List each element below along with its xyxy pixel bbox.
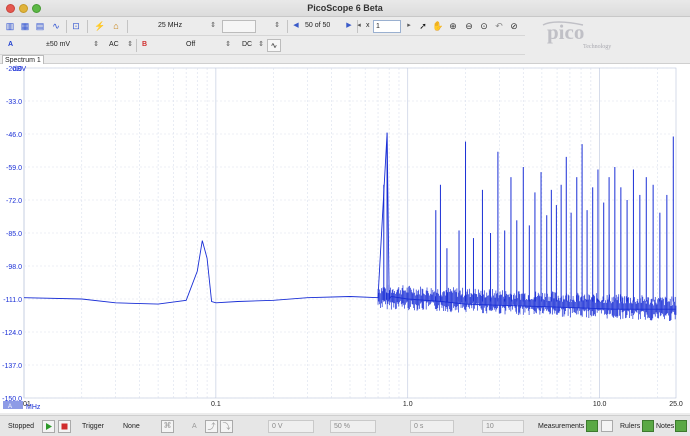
rising-edge-button[interactable]: ⤴ — [205, 420, 218, 433]
probe-icon[interactable]: ⚡ — [94, 20, 106, 32]
x-tick-label: 10.0 — [593, 401, 607, 408]
app-window: PicoScope 6 Beta ▥ ▦ ▤ ∿ ⊡ ⚡ ⌂ 25 MHz ⇕ … — [0, 0, 690, 436]
channel-b-coupling-stepper-icon[interactable]: ⇕ — [255, 39, 267, 51]
channel-options-icon[interactable]: ∿ — [50, 20, 62, 32]
y-tick-label: -124.0 — [2, 330, 22, 337]
zoom-out-arrow-icon[interactable]: ◂ — [353, 20, 365, 32]
channel-a-range-select[interactable]: ±50 mV — [46, 41, 70, 48]
undo-zoom-icon[interactable]: ↶ — [493, 20, 505, 32]
zoom-fit-icon[interactable]: ⊙ — [478, 20, 490, 32]
trigger-mode-select[interactable]: None — [123, 423, 140, 430]
view-tab-bar: Spectrum 1 — [0, 55, 690, 64]
title-bar: PicoScope 6 Beta — [0, 0, 690, 17]
y-axis-ticks: -20.0-33.0-46.0-59.0-72.0-85.0-98.0-111.… — [2, 66, 22, 403]
y-tick-label: -33.0 — [6, 99, 22, 106]
y-tick-label: -72.0 — [6, 198, 22, 205]
trigger-label: Trigger — [82, 423, 104, 430]
timebase-select[interactable]: 25 MHz — [158, 22, 182, 29]
spectrum-peaks — [383, 132, 674, 302]
channel-options-button[interactable]: ∿ — [267, 39, 281, 52]
channel-a-coupling-select[interactable]: AC — [109, 41, 119, 48]
y-tick-label: -85.0 — [6, 231, 22, 238]
status-bar: Stopped Trigger None ⌘ A ⤴ ⤵ 0 V 50 % 0 … — [0, 415, 690, 436]
measurements-label: Measurements — [538, 423, 585, 430]
channel-a-range-stepper-icon[interactable]: ⇕ — [90, 39, 102, 51]
y-tick-label: -137.0 — [2, 363, 22, 370]
rulers-button[interactable] — [642, 420, 654, 432]
zoom-in-icon[interactable]: ⊕ — [447, 20, 459, 32]
pico-logo: pico Technology — [525, 17, 690, 55]
samples-stepper-icon[interactable]: ⇕ — [271, 20, 283, 32]
tab-spectrum-1[interactable]: Spectrum 1 — [2, 55, 44, 64]
scope-mode-icon[interactable]: ▥ — [4, 20, 16, 32]
buffer-navigator: 50 of 50 — [305, 22, 331, 29]
notes-label: Notes — [656, 423, 675, 430]
previous-buffer-icon[interactable]: ◀ — [290, 20, 302, 32]
x-axis-ticks: 0.01 0.1 1.0 10.0 25.0 — [17, 401, 683, 408]
notes-button[interactable] — [675, 420, 687, 432]
delay-input[interactable]: 0 s — [410, 420, 454, 433]
falling-edge-button[interactable]: ⤵ — [220, 420, 233, 433]
x-tick-label: 1.0 — [403, 401, 413, 408]
x-tick-label: 0.1 — [211, 401, 221, 408]
threshold-input[interactable]: 0 V — [268, 420, 314, 433]
zoom-in-arrow-icon[interactable]: ▸ — [403, 20, 415, 32]
spectrum-chart[interactable]: -20.0-33.0-46.0-59.0-72.0-85.0-98.0-111.… — [0, 64, 690, 413]
channel-b-coupling-select[interactable]: DC — [242, 41, 252, 48]
trigger-channel-select[interactable]: A — [192, 423, 197, 430]
hand-tool-icon[interactable]: ✋ — [432, 20, 444, 32]
pretrigger-input[interactable]: 50 % — [330, 420, 376, 433]
channel-toolbar: A ±50 mV ⇕ AC ⇕ B Off ⇕ DC ⇕ ∿ — [0, 36, 525, 55]
channel-a-marker[interactable] — [3, 401, 23, 409]
timebase-stepper-icon[interactable]: ⇕ — [207, 20, 219, 32]
y-tick-label: -46.0 — [6, 132, 22, 139]
start-button[interactable] — [42, 420, 55, 433]
run-state-label: Stopped — [8, 423, 35, 430]
noise-floor — [377, 284, 677, 321]
captures-input[interactable]: 10 — [482, 420, 524, 433]
zoom-overview-icon[interactable]: ⊘ — [508, 20, 520, 32]
window-title: PicoScope 6 Beta — [307, 3, 383, 13]
edit-measurement-button[interactable] — [601, 420, 613, 432]
y-unit-label: dBV — [13, 66, 27, 73]
x-unit-label: MHz — [26, 404, 41, 411]
zoom-prefix: x — [366, 22, 370, 29]
pointer-tool-icon[interactable]: ➚ — [417, 20, 429, 32]
grid — [23, 67, 677, 399]
x-tick-label: 25.0 — [669, 401, 683, 408]
add-measurement-button[interactable] — [586, 420, 598, 432]
channel-a-label[interactable]: A — [8, 41, 13, 48]
samples-input[interactable] — [222, 20, 256, 33]
channel-b-range-stepper-icon[interactable]: ⇕ — [222, 39, 234, 51]
channel-b-label[interactable]: B — [142, 41, 147, 48]
zoom-out-icon[interactable]: ⊖ — [463, 20, 475, 32]
spectrum-mode-icon[interactable]: ▤ — [34, 20, 46, 32]
rulers-label: Rulers — [620, 423, 641, 430]
channel-b-range-select[interactable]: Off — [186, 41, 195, 48]
logo-subtext: Technology — [583, 44, 611, 50]
y-tick-label: -59.0 — [6, 165, 22, 172]
y-tick-label: -98.0 — [6, 264, 22, 271]
stop-button[interactable] — [58, 420, 71, 433]
zoom-input[interactable]: 1 — [373, 20, 401, 33]
channel-a-coupling-stepper-icon[interactable]: ⇕ — [124, 39, 136, 51]
y-tick-label: -111.0 — [3, 297, 22, 304]
spectrum-view[interactable]: -20.0 -33.0 -46.0 -59.0 -72.0 -85.0 -98.0 -111.… — [0, 64, 690, 413]
capture-toolbar: ▥ ▦ ▤ ∿ ⊡ ⚡ ⌂ 25 MHz ⇕ ⇕ ◀ 50 of 50 ▶ ◂ … — [0, 17, 525, 36]
math-channel-icon[interactable]: ⊡ — [70, 20, 82, 32]
advanced-trigger-button[interactable]: ⌘ — [161, 420, 174, 433]
home-icon[interactable]: ⌂ — [110, 20, 122, 32]
channel-a-marker-label: A — [8, 404, 12, 410]
persistence-mode-icon[interactable]: ▦ — [19, 20, 31, 32]
